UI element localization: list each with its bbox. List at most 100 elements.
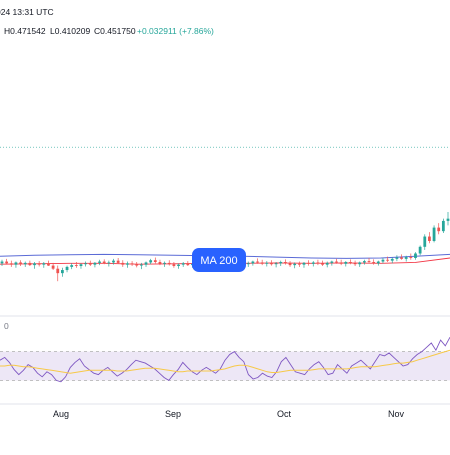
candle-body [163,262,166,264]
header-change: +0.032911 (+7.86%) [137,26,214,36]
candle-body [279,261,283,264]
candle-body [293,263,297,266]
candle-body [144,262,148,265]
candle-body [56,268,60,274]
candle-body [93,262,97,265]
candle-body [325,262,329,265]
price-chart: 024 13:31 UTC H0.471542 L0.410209 C0.451… [0,7,450,419]
candle-body [102,261,106,264]
header-datetime: 024 13:31 UTC [0,7,54,17]
x-tick-label: Nov [388,409,405,419]
candle-body [172,264,176,267]
x-tick-label: Oct [277,409,292,419]
rsi-pane: 0 [0,315,450,383]
candle-body [353,263,357,265]
candle-body [61,270,64,274]
candle-body [19,262,22,265]
candle-body [98,261,101,263]
candle-body [0,261,4,264]
candle-body [186,263,190,266]
candle-body [441,220,445,232]
candle-body [149,260,153,263]
candle-body [321,263,324,265]
candle-body [344,261,348,264]
candle-body [284,261,287,264]
candle-body [246,263,250,265]
candle-body [260,262,264,264]
chart-root: 024 13:31 UTC H0.471542 L0.410209 C0.451… [0,0,450,450]
candle-body [177,264,180,267]
candle-body [297,263,301,265]
candle-body [116,260,120,263]
candle-body [409,257,413,258]
candle-body [428,236,431,241]
candle-body [437,227,441,232]
candle-body [84,263,88,265]
candle-body [400,257,403,259]
candle-body [265,262,269,264]
rsi-pane-label: 0 [4,321,9,331]
candle-body [251,261,255,264]
candle-body [362,261,366,263]
candle-body [88,263,92,265]
candle-body [130,263,134,265]
candle-body [112,260,115,263]
candle-body [42,263,46,265]
header-low: L0.410209 [50,26,90,36]
candle-body [70,265,74,267]
candle-body [274,263,278,265]
candle-body [135,264,139,266]
ohlc-header: 024 13:31 UTC H0.471542 L0.410209 C0.451… [0,7,214,36]
candle-body [33,263,36,266]
candle-body [65,266,69,271]
candle-body [335,261,338,263]
candle-body [37,263,41,265]
candle-body [432,227,436,241]
candle-body [358,262,362,265]
candle-body [367,261,371,262]
candle-body [372,261,376,264]
candle-body [302,262,306,265]
x-tick-label: Sep [165,409,181,419]
candle-body [404,257,408,259]
candle-body [288,263,292,266]
candle-body [446,218,450,221]
candle-body [339,262,343,264]
candle-body [51,265,55,269]
candle-body [79,264,83,267]
x-tick-label: Aug [53,409,69,419]
price-pane: MA 200 [0,146,450,282]
candle-body [139,264,143,266]
candle-body [74,265,78,267]
candle-body [311,262,315,264]
candle-body [414,253,417,258]
candle-body [256,261,259,263]
candle-body [47,263,50,266]
x-axis: Aug Sep Oct Nov [0,403,450,419]
candle-body [423,236,427,247]
header-close: C0.451750 [94,26,136,36]
candle-body [153,260,157,262]
candle-body [381,259,385,262]
header-high: H0.471542 [4,26,46,36]
candle-body [23,262,27,265]
candle-body [121,262,125,265]
candle-body [316,262,320,264]
ma200-label: MA 200 [200,255,237,267]
candle-body [307,262,311,264]
candle-body [9,263,13,265]
candle-body [349,261,352,264]
candle-body [167,262,171,265]
candle-body [158,261,162,264]
candle-body [107,262,111,264]
candle-body [5,261,9,264]
candle-body [14,262,18,265]
candle-body [330,261,334,263]
candle-body [395,257,399,259]
candle-body [376,261,380,264]
candle-body [181,263,185,265]
candle-body [390,258,394,261]
candle-body [386,259,389,261]
candle-body [418,246,422,254]
candle-body [270,262,273,265]
